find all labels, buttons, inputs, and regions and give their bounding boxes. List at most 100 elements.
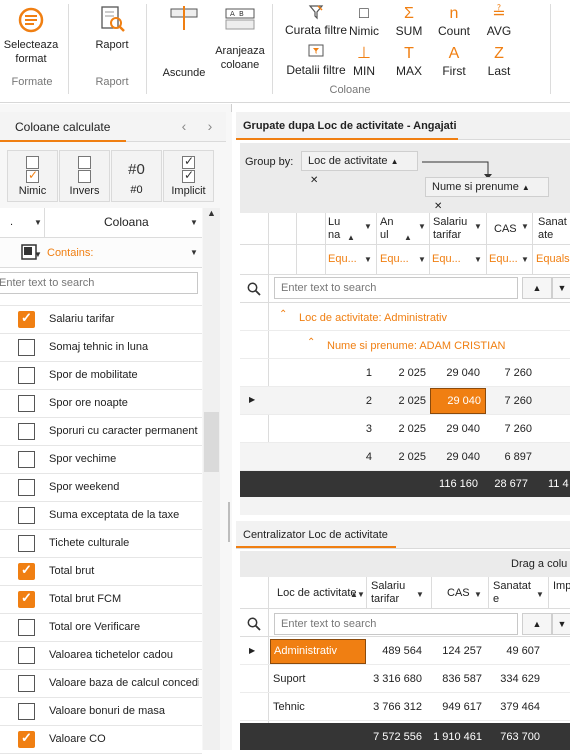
filter-operator[interactable]: Equ... xyxy=(489,253,518,265)
list-item[interactable]: Somaj tehnic in luna xyxy=(0,334,202,362)
filter-dropdown-icon[interactable]: ▼ xyxy=(418,222,426,231)
table-cell[interactable]: 3 766 312 xyxy=(366,701,422,713)
collapse-group-icon[interactable]: ⌃ xyxy=(279,309,287,320)
option-none[interactable]: Nimic xyxy=(7,150,58,202)
group-chip-location[interactable]: Loc de activitate ▲ ✕ xyxy=(301,151,418,186)
checkbox-icon[interactable] xyxy=(18,647,35,664)
checkbox-icon[interactable] xyxy=(18,703,35,720)
table-cell[interactable]: 3 xyxy=(352,423,372,435)
table-cell[interactable]: 2 025 xyxy=(390,395,426,407)
scroll-up-icon[interactable]: ▲ xyxy=(203,208,220,224)
filter-dropdown-icon[interactable]: ▼ xyxy=(190,248,198,257)
table-cell[interactable]: 2 025 xyxy=(390,423,426,435)
col-header-sanatate[interactable]: Sanatate xyxy=(493,580,533,606)
group-chip-name[interactable]: Nume si prenume ▲ ✕ xyxy=(425,177,549,212)
checkbox-icon[interactable] xyxy=(18,339,35,356)
table-row[interactable]: Suport 3 316 680 836 587 334 629 xyxy=(240,665,570,693)
filter-dropdown-icon[interactable]: ▼ xyxy=(364,255,372,264)
table-cell[interactable]: 334 629 xyxy=(488,673,540,685)
hide-column-button[interactable]: Ascunde xyxy=(158,4,210,80)
checkbox-icon[interactable] xyxy=(18,395,35,412)
option-inverse[interactable]: Invers xyxy=(59,150,110,202)
table-cell[interactable]: 3 316 680 xyxy=(366,673,422,685)
top-grid-hscroll[interactable] xyxy=(240,497,570,515)
table-cell[interactable]: 49 607 xyxy=(488,645,540,657)
table-row[interactable]: ▶ Administrativ 489 564 124 257 49 607 xyxy=(240,637,570,665)
col-header-imp[interactable]: Imp xyxy=(553,580,570,593)
search-icon[interactable] xyxy=(247,282,261,296)
last-aggregate-button[interactable]: Z Last xyxy=(473,44,525,78)
filter-operator[interactable]: Equ... xyxy=(380,253,409,265)
list-item[interactable]: Sporuri cu caracter permanent xyxy=(0,418,202,446)
table-cell[interactable]: 29 040 xyxy=(430,367,480,379)
filter-dropdown-icon[interactable]: ▼ xyxy=(34,218,42,227)
column-header[interactable]: Coloana xyxy=(104,216,149,229)
col-header-sanatate[interactable]: Sanatate xyxy=(538,216,570,242)
list-item[interactable]: Valoare bonuri de masa xyxy=(0,698,202,726)
col-header-cas[interactable]: CAS xyxy=(447,587,470,600)
table-cell[interactable]: 7 260 xyxy=(488,367,532,379)
checkbox-icon[interactable] xyxy=(18,451,35,468)
report-button[interactable]: Raport xyxy=(84,4,140,52)
search-next-icon[interactable]: ▼ xyxy=(552,277,570,299)
table-row[interactable]: 4 2 025 29 040 6 897 xyxy=(240,443,570,471)
table-cell[interactable]: Suport xyxy=(273,673,305,685)
remove-chip-icon[interactable]: ✕ xyxy=(310,175,318,186)
list-item[interactable]: Total ore Verificare xyxy=(0,614,202,642)
table-cell[interactable]: 4 xyxy=(352,451,372,463)
table-cell[interactable]: 7 260 xyxy=(488,395,532,407)
filter-dropdown-icon[interactable]: ▼ xyxy=(357,590,365,599)
table-row[interactable]: 1 2 025 29 040 7 260 xyxy=(240,359,570,387)
table-cell[interactable]: 7 260 xyxy=(488,423,532,435)
list-item[interactable]: Spor ore noapte xyxy=(0,390,202,418)
col-header-cas[interactable]: CAS xyxy=(494,223,517,236)
option-number[interactable]: #0 #0 xyxy=(111,150,162,202)
search-next-icon[interactable]: ▼ xyxy=(552,613,570,635)
table-cell[interactable]: 1 xyxy=(352,367,372,379)
remove-chip-icon[interactable]: ✕ xyxy=(434,201,442,212)
table-row[interactable]: ▶ 2 2 025 29 040 7 260 xyxy=(240,387,570,415)
list-item[interactable]: Total brut xyxy=(0,558,202,586)
filter-dropdown-icon[interactable]: ▼ xyxy=(521,255,529,264)
col-header-loc[interactable]: Loc de activitate xyxy=(277,587,357,600)
table-cell[interactable]: 949 617 xyxy=(428,701,482,713)
list-item[interactable]: Valoarea tichetelor cadou xyxy=(0,642,202,670)
table-cell[interactable]: 29 040 xyxy=(430,423,480,435)
list-item[interactable]: Spor weekend xyxy=(0,474,202,502)
col-header-salariu[interactable]: Salariu tarifar xyxy=(433,216,473,242)
selected-cell[interactable]: 29 040 xyxy=(430,388,486,414)
filter-dropdown-icon[interactable]: ▼ xyxy=(418,255,426,264)
checked-checkbox-icon[interactable] xyxy=(18,562,35,580)
col-header-anul[interactable]: Anul xyxy=(380,216,398,242)
checked-checkbox-icon[interactable] xyxy=(18,590,35,608)
table-row[interactable]: Tehnic 3 766 312 949 617 379 464 xyxy=(240,693,570,721)
table-cell[interactable]: 489 564 xyxy=(366,645,422,657)
checkbox-icon[interactable] xyxy=(18,479,35,496)
filter-operator[interactable]: Equ... xyxy=(432,253,461,265)
top-search-input[interactable]: Enter text to search xyxy=(274,277,518,299)
checkbox-icon[interactable] xyxy=(18,619,35,636)
filter-dropdown-icon[interactable]: ▼ xyxy=(474,222,482,231)
table-cell[interactable]: 2 025 xyxy=(390,451,426,463)
list-item[interactable]: Spor vechime xyxy=(0,446,202,474)
table-cell[interactable]: 6 897 xyxy=(488,451,532,463)
checked-checkbox-icon[interactable] xyxy=(18,730,35,748)
search-icon[interactable] xyxy=(247,617,261,631)
next-arrow-icon[interactable]: › xyxy=(199,116,221,136)
table-cell[interactable]: 836 587 xyxy=(428,673,482,685)
list-item[interactable]: Valoare baza de calcul concedii xyxy=(0,670,202,698)
option-default[interactable]: Implicit xyxy=(163,150,214,202)
checkbox-icon[interactable] xyxy=(18,675,35,692)
table-cell[interactable]: 379 464 xyxy=(488,701,540,713)
selected-cell[interactable]: Administrativ xyxy=(270,639,366,664)
table-cell[interactable]: 2 025 xyxy=(390,367,426,379)
left-search-input[interactable]: Enter text to search xyxy=(0,272,198,294)
left-scrollbar[interactable] xyxy=(203,208,220,750)
checkbox-icon[interactable] xyxy=(18,367,35,384)
filter-dropdown-icon[interactable]: ▼ xyxy=(536,590,544,599)
list-item[interactable] xyxy=(0,294,202,306)
filter-operator[interactable]: Equals xyxy=(536,253,570,265)
arrange-columns-button[interactable]: A B Aranjeaza coloane xyxy=(212,4,268,72)
search-prev-icon[interactable]: ▲ xyxy=(522,277,552,299)
table-row[interactable]: 3 2 025 29 040 7 260 xyxy=(240,415,570,443)
